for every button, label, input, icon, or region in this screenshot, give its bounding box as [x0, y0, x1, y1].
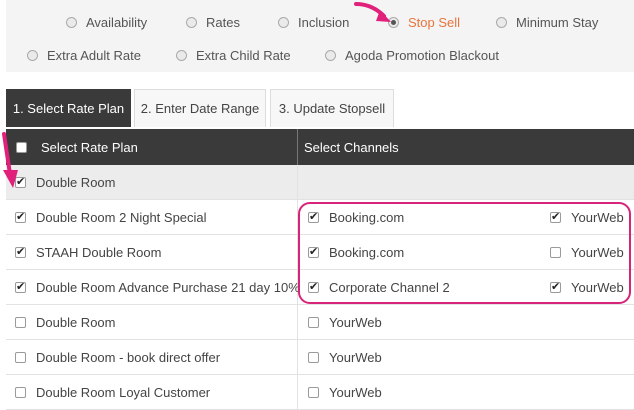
option-extra-adult-rate[interactable]: Extra Adult Rate — [27, 48, 141, 63]
radio-extra-child-rate[interactable] — [176, 50, 187, 61]
rate-plan-name: Double Room — [36, 314, 116, 330]
rate-plan-checkbox[interactable] — [15, 245, 26, 258]
tab-select-rate-plan[interactable]: 1. Select Rate Plan — [6, 89, 131, 127]
option-label: Extra Child Rate — [196, 48, 291, 63]
channels-cell: YourWeb — [298, 305, 634, 339]
channel-checkbox[interactable] — [308, 316, 319, 328]
rate-plan-cell: STAAH Double Room — [6, 235, 298, 269]
radio-minimum-stay[interactable] — [496, 17, 507, 28]
option-agoda-promotion-blackout[interactable]: Agoda Promotion Blackout — [325, 48, 499, 63]
header-rate-plan-cell: Select Rate Plan — [6, 129, 298, 165]
table-row: Double Room - book direct offer YourWeb — [6, 340, 634, 375]
arrow-rate-plan-icon — [2, 132, 18, 188]
channels-cell: YourWeb — [298, 340, 634, 374]
rate-plan-cell: Double Room — [6, 305, 298, 339]
header-rate-plan: Select Rate Plan — [41, 139, 138, 155]
option-label: Stop Sell — [408, 15, 461, 30]
tab-label: 1. Select Rate Plan — [12, 101, 125, 116]
rate-plan-name: Double Room Loyal Customer — [36, 384, 211, 400]
rate-plan-name: STAAH Double Room — [36, 244, 162, 260]
rate-plan-checkbox[interactable] — [15, 280, 26, 293]
radio-agoda-promotion-blackout[interactable] — [325, 50, 336, 61]
radio-inclusion[interactable] — [278, 17, 289, 28]
rate-plan-checkbox[interactable] — [15, 210, 26, 223]
rate-plan-checkbox[interactable] — [15, 316, 26, 328]
option-label: Extra Adult Rate — [47, 48, 141, 63]
option-extra-child-rate[interactable]: Extra Child Rate — [176, 48, 291, 63]
option-label: Minimum Stay — [516, 15, 599, 30]
rate-plan-name: Double Room Advance Purchase 21 day 10% — [36, 279, 300, 295]
channel-checkbox[interactable] — [308, 386, 319, 398]
channel-option[interactable]: YourWeb — [308, 340, 382, 374]
rate-plan-checkbox[interactable] — [15, 386, 26, 398]
channel-option[interactable]: YourWeb — [308, 375, 382, 409]
channel-label: YourWeb — [329, 349, 382, 365]
channel-option[interactable]: YourWeb — [308, 305, 382, 339]
tab-label: 3. Update Stopsell — [278, 101, 386, 116]
rate-plan-checkbox[interactable] — [15, 351, 26, 363]
table-row: Double Room — [6, 165, 634, 200]
header-channels-cell: Select Channels — [298, 129, 634, 165]
update-type-options: Availability Rates Inclusion Stop Sell M… — [6, 0, 634, 72]
rate-plan-cell: Double Room Advance Purchase 21 day 10% — [6, 270, 300, 304]
rate-plan-cell: Double Room — [6, 165, 298, 199]
option-label: Availability — [86, 15, 148, 30]
option-stop-sell[interactable]: Stop Sell — [388, 15, 460, 30]
rate-plan-cell: Double Room - book direct offer — [6, 340, 298, 374]
rate-plan-cell: Double Room Loyal Customer — [6, 375, 298, 409]
channels-cell — [298, 165, 634, 199]
rate-plan-name: Double Room - book direct offer — [36, 349, 221, 365]
header-channels: Select Channels — [304, 139, 399, 155]
option-availability[interactable]: Availability — [66, 15, 147, 30]
channel-label: YourWeb — [329, 384, 382, 400]
radio-availability[interactable] — [66, 17, 77, 28]
table-row: Double Room YourWeb — [6, 305, 634, 340]
option-label: Inclusion — [298, 15, 350, 30]
tab-update-stopsell[interactable]: 3. Update Stopsell — [270, 89, 394, 127]
rate-plan-name: Double Room — [36, 174, 116, 190]
channel-checkbox[interactable] — [308, 351, 319, 363]
grid-header: Select Rate Plan Select Channels — [6, 129, 634, 165]
channels-cell: YourWeb — [298, 375, 634, 409]
tab-label: 2. Enter Date Range — [140, 101, 260, 116]
option-minimum-stay[interactable]: Minimum Stay — [496, 15, 598, 30]
option-inclusion[interactable]: Inclusion — [278, 15, 349, 30]
radio-extra-adult-rate[interactable] — [27, 50, 38, 61]
arrow-stop-sell-icon — [354, 2, 391, 22]
channels-highlight-box — [298, 202, 631, 304]
table-row: Double Room Loyal Customer YourWeb — [6, 375, 634, 410]
tab-enter-date-range[interactable]: 2. Enter Date Range — [134, 89, 266, 127]
option-rates[interactable]: Rates — [186, 15, 240, 30]
option-label: Rates — [206, 15, 240, 30]
rate-plan-name: Double Room 2 Night Special — [36, 209, 207, 225]
channel-label: YourWeb — [329, 314, 382, 330]
rate-plan-cell: Double Room 2 Night Special — [6, 200, 298, 234]
option-label: Agoda Promotion Blackout — [345, 48, 499, 63]
radio-rates[interactable] — [186, 17, 197, 28]
step-tabs: 1. Select Rate Plan 2. Enter Date Range … — [6, 73, 634, 130]
